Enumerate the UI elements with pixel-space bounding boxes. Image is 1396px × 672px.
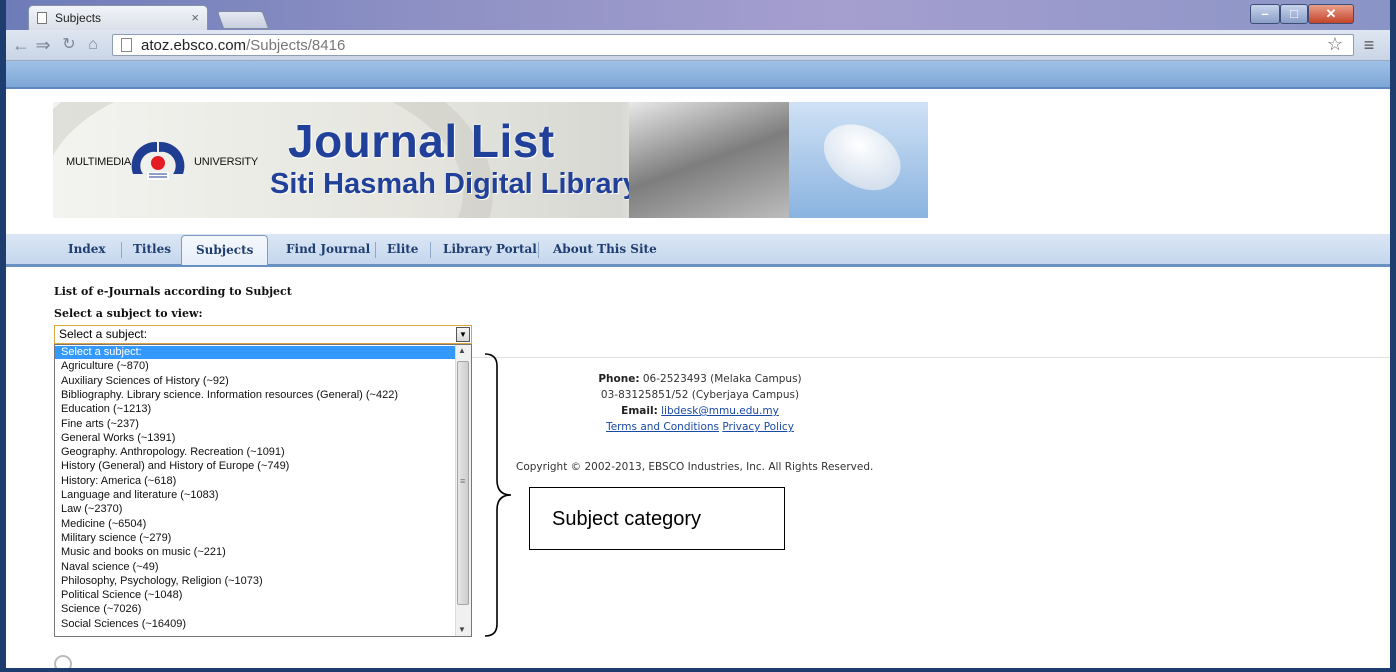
page-icon bbox=[37, 12, 47, 24]
tab-subjects[interactable]: Subjects bbox=[181, 235, 269, 265]
copyright: Copyright © 2002-2013, EBSCO Industries,… bbox=[516, 461, 874, 473]
option-item[interactable]: Bibliography. Library science. Informati… bbox=[55, 389, 459, 402]
url-path: /Subjects/8416 bbox=[246, 37, 346, 54]
option-item[interactable]: Education (~1213) bbox=[55, 403, 459, 416]
browser-toolbar: ← ⇒ ↻ ⌂ atoz.ebsco.com/Subjects/8416 ☆ ≡ bbox=[6, 30, 1390, 61]
option-item[interactable]: Science (~7026) bbox=[55, 603, 459, 616]
select-value: Select a subject: bbox=[59, 327, 148, 341]
mouse-image bbox=[811, 111, 913, 203]
reload-icon[interactable]: ↻ bbox=[58, 34, 80, 56]
subject-dropdown-list[interactable]: Select a subject: Agriculture (~870) Auxil… bbox=[54, 344, 472, 637]
nav-separator bbox=[375, 242, 376, 258]
phone-label: Phone: bbox=[598, 373, 640, 385]
privacy-link[interactable]: Privacy Policy bbox=[722, 421, 794, 433]
option-item[interactable]: Naval science (~49) bbox=[55, 561, 459, 574]
tab-index[interactable]: Index bbox=[68, 234, 106, 264]
banner-title: Journal List bbox=[288, 115, 555, 167]
option-item[interactable]: Fine arts (~237) bbox=[55, 418, 459, 431]
option-item[interactable]: Select a subject: bbox=[55, 346, 459, 359]
footer: Phone: 06-2523493 (Melaka Campus) 03-831… bbox=[486, 371, 914, 435]
minimize-button[interactable]: – bbox=[1250, 4, 1280, 24]
grip-icon: ≡ bbox=[460, 476, 466, 486]
tab-find-journal[interactable]: Find Journal bbox=[286, 234, 370, 264]
option-item[interactable]: Auxiliary Sciences of History (~92) bbox=[55, 375, 459, 388]
maximize-button[interactable]: □ bbox=[1280, 4, 1308, 24]
option-item[interactable]: Music and books on music (~221) bbox=[55, 546, 459, 559]
close-tab-icon[interactable]: × bbox=[191, 10, 199, 25]
page-icon bbox=[121, 38, 132, 52]
option-item[interactable]: Philosophy, Psychology, Religion (~1073) bbox=[55, 575, 459, 588]
forward-arrow-icon[interactable]: ⇒ bbox=[32, 34, 54, 56]
bookmark-star-icon[interactable]: ☆ bbox=[1327, 34, 1343, 55]
browser-window: Subjects × – □ ✕ ← ⇒ ↻ ⌂ atoz.ebsco.com/… bbox=[6, 0, 1390, 668]
scrollbar[interactable]: ▲ ≡ ▼ bbox=[455, 345, 471, 636]
tab-library-portal[interactable]: Library Portal bbox=[443, 234, 537, 264]
back-arrow-icon[interactable]: ← bbox=[10, 34, 32, 56]
option-item[interactable]: History: America (~618) bbox=[55, 475, 459, 488]
close-window-button[interactable]: ✕ bbox=[1308, 4, 1354, 24]
mouse-photo bbox=[789, 102, 928, 218]
email-label: Email: bbox=[621, 405, 658, 417]
nav-separator bbox=[121, 242, 122, 258]
tab-about-this-site[interactable]: About This Site bbox=[553, 234, 657, 264]
mmu-logo-icon bbox=[131, 141, 185, 180]
site-navigation: Index Titles Subjects Find Journal Elite… bbox=[6, 234, 1390, 267]
logo-text-right: UNIVERSITY bbox=[194, 156, 259, 168]
logo-text-left: MULTIMEDIA bbox=[66, 156, 132, 168]
url-text: atoz.ebsco.com/Subjects/8416 bbox=[141, 36, 345, 55]
partial-circle-icon bbox=[54, 655, 72, 668]
divider bbox=[472, 357, 1390, 358]
option-item[interactable]: Law (~2370) bbox=[55, 503, 459, 516]
terms-link[interactable]: Terms and Conditions bbox=[606, 421, 719, 433]
option-item[interactable]: Language and literature (~1083) bbox=[55, 489, 459, 502]
phone-line: Phone: 06-2523493 (Melaka Campus) bbox=[486, 371, 914, 387]
tab-titles[interactable]: Titles bbox=[133, 234, 171, 264]
tab-title: Subjects bbox=[55, 11, 102, 25]
address-bar[interactable]: atoz.ebsco.com/Subjects/8416 ☆ bbox=[112, 34, 1354, 56]
option-item[interactable]: Social Sciences (~16409) bbox=[55, 618, 459, 631]
banner-subtitle: Siti Hasmah Digital Library bbox=[270, 168, 640, 200]
url-host: atoz.ebsco.com bbox=[141, 37, 247, 54]
nav-separator bbox=[430, 242, 431, 258]
new-tab-button[interactable] bbox=[216, 11, 270, 29]
chevron-down-icon[interactable]: ▼ bbox=[456, 327, 470, 342]
page-heading: List of e-Journals according to Subject bbox=[54, 285, 292, 298]
banner: MULTIMEDIA UNIVERSITY Journal List Siti … bbox=[53, 102, 928, 218]
select-label: Select a subject to view: bbox=[54, 307, 203, 320]
option-item[interactable]: General Works (~1391) bbox=[55, 432, 459, 445]
option-item[interactable]: Political Science (~1048) bbox=[55, 589, 459, 602]
window-titlebar: Subjects × – □ ✕ bbox=[6, 0, 1390, 30]
email-line: Email: libdesk@mmu.edu.my bbox=[486, 403, 914, 419]
email-link[interactable]: libdesk@mmu.edu.my bbox=[661, 405, 779, 417]
nav-separator bbox=[538, 242, 539, 258]
phone-cyberjaya: 03-83125851/52 (Cyberjaya Campus) bbox=[600, 389, 800, 401]
option-item[interactable]: Geography. Anthropology. Recreation (~10… bbox=[55, 446, 459, 459]
annotation-callout: Subject category bbox=[529, 487, 785, 550]
tab-elite[interactable]: Elite bbox=[387, 234, 418, 264]
home-icon[interactable]: ⌂ bbox=[82, 34, 104, 56]
scroll-down-icon[interactable]: ▼ bbox=[458, 625, 466, 634]
option-item[interactable]: Military science (~279) bbox=[55, 532, 459, 545]
browser-tab[interactable]: Subjects × bbox=[28, 5, 208, 30]
menu-icon[interactable]: ≡ bbox=[1358, 34, 1380, 56]
scrollbar-thumb[interactable]: ≡ bbox=[457, 361, 469, 605]
option-item[interactable]: Medicine (~6504) bbox=[55, 518, 459, 531]
subject-select[interactable]: Select a subject: ▼ bbox=[54, 325, 472, 344]
brace-annotation bbox=[484, 353, 512, 637]
option-item[interactable]: Agriculture (~870) bbox=[55, 360, 459, 373]
page-header-band bbox=[6, 61, 1390, 89]
phone-melaka: 06-2523493 (Melaka Campus) bbox=[642, 373, 802, 385]
policy-links: Terms and Conditions Privacy Policy bbox=[486, 419, 914, 435]
scroll-up-icon[interactable]: ▲ bbox=[458, 346, 466, 355]
keyboard-photo bbox=[629, 102, 789, 218]
option-item[interactable]: History (General) and History of Europe … bbox=[55, 460, 459, 473]
